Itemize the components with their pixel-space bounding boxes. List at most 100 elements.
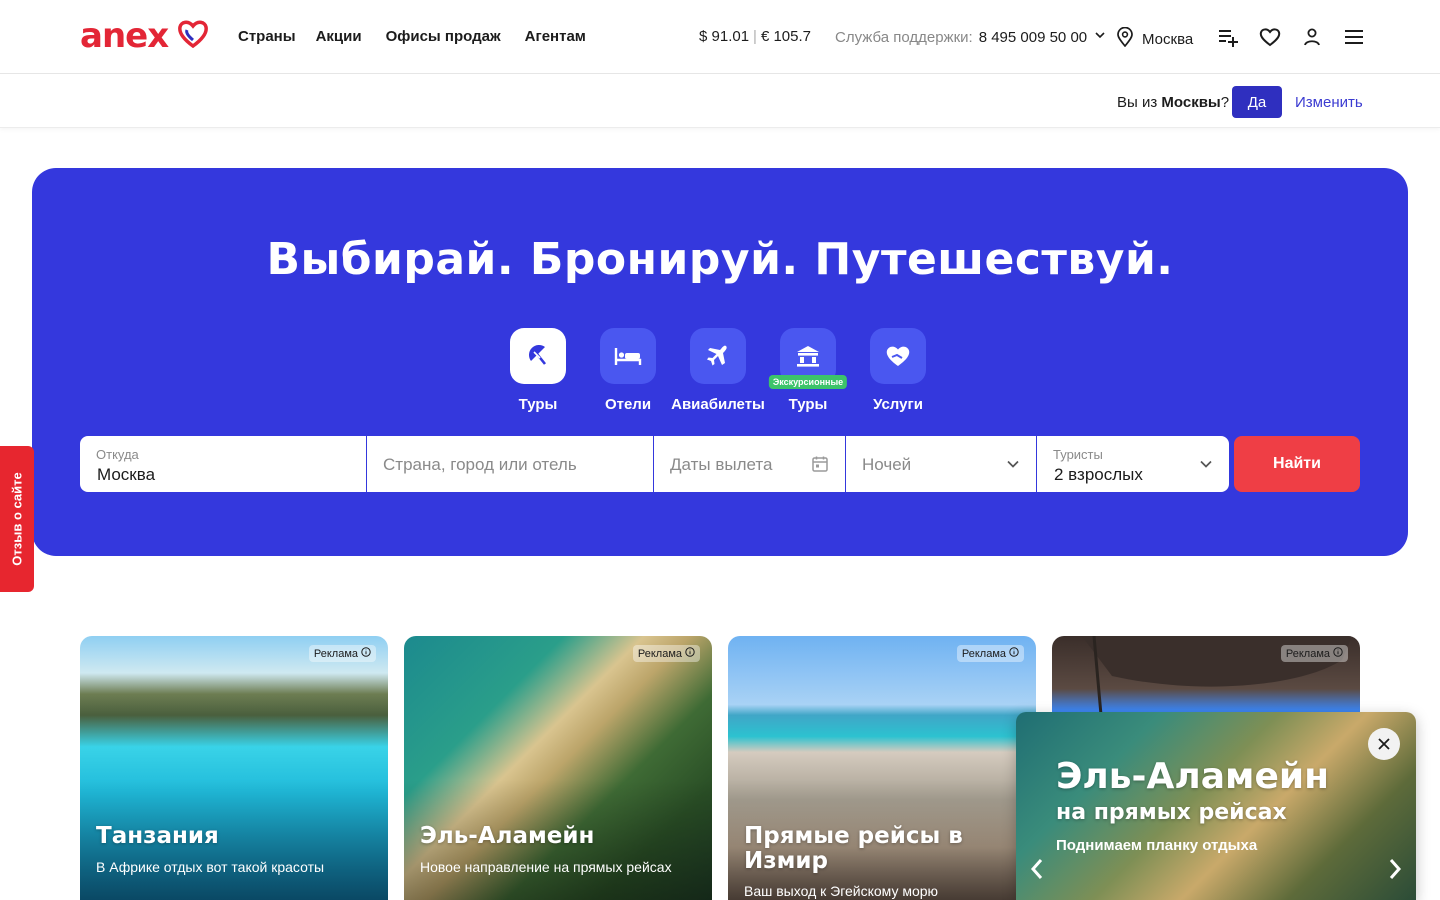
city-name: Москва (1142, 30, 1194, 48)
hero-search-panel: Выбирай. Бронируй. Путешествуй. Туры Оте… (32, 168, 1408, 556)
chevron-right-icon (1389, 859, 1402, 879)
user-icon[interactable] (1301, 26, 1323, 48)
rate-usd: $ 91.01 (699, 28, 750, 45)
close-icon (1378, 738, 1390, 750)
tab-flights-label: Авиабилеты (671, 396, 765, 413)
logo-text: anex (80, 16, 169, 56)
info-icon (1333, 647, 1343, 660)
ad-label: Реклама (313, 647, 358, 660)
tourists-value: 2 взрослых (1054, 465, 1143, 484)
ad-badge[interactable]: Реклама (1280, 645, 1348, 662)
popup-subtitle: на прямых рейсах (1056, 800, 1287, 825)
playlist-add-icon[interactable] (1217, 26, 1239, 48)
nav-agents[interactable]: Агентам (525, 28, 586, 45)
city-question-suffix: ? (1220, 94, 1230, 111)
tab-services[interactable]: Услуги (870, 328, 926, 413)
card-subtitle: Новое направление на прямых рейсах (420, 859, 672, 875)
nights-dropdown[interactable]: Ночей (846, 436, 1037, 492)
nav-sales-offices[interactable]: Офисы продаж (386, 28, 501, 45)
support-phone-dropdown[interactable]: Служба поддержки: 8 495 009 50 00 (835, 28, 1107, 46)
main-nav: Страны Акции Офисы продаж Агентам (238, 28, 586, 45)
dates-field[interactable]: Даты вылета (654, 436, 846, 492)
change-city-link[interactable]: Изменить (1295, 94, 1363, 111)
calendar-icon (811, 455, 829, 478)
city-question-city: Москвы (1161, 94, 1221, 111)
nights-placeholder: Ночей (862, 455, 912, 474)
site-feedback-tab[interactable]: Отзыв о сайте (0, 446, 34, 592)
chevron-down-icon (1197, 455, 1215, 478)
search-type-tabs: Туры Отели Авиабилеты Экскурсионные Туры (510, 328, 926, 413)
promo-card-tanzania[interactable]: Реклама Танзания В Африке отдых вот тако… (80, 636, 388, 900)
menu-icon[interactable] (1343, 26, 1365, 48)
chevron-down-icon (1004, 455, 1022, 478)
popup-prev-button[interactable] (1030, 858, 1044, 885)
chevron-left-icon (1030, 859, 1043, 879)
from-label: Откуда (96, 447, 139, 462)
tab-tours[interactable]: Туры (510, 328, 566, 413)
currency-rates: $ 91.01 | € 105.7 (699, 28, 811, 45)
promo-card-izmir[interactable]: Реклама Прямые рейсы в Измир Ваш выход к… (728, 636, 1036, 900)
info-icon (685, 647, 695, 660)
destination-input[interactable]: Страна, город или отель (367, 436, 654, 492)
ad-label: Реклама (1285, 647, 1330, 660)
nav-promotions[interactable]: Акции (316, 28, 362, 45)
tab-flights[interactable]: Авиабилеты (671, 328, 765, 413)
tab-hotels-label: Отели (604, 396, 652, 413)
popup-next-button[interactable] (1388, 858, 1402, 885)
from-value: Москва (97, 465, 156, 484)
bed-icon (600, 328, 656, 384)
tourists-label: Туристы (1053, 447, 1103, 462)
tab-hotels[interactable]: Отели (600, 328, 656, 413)
destination-placeholder: Страна, город или отель (383, 455, 577, 474)
ad-badge[interactable]: Реклама (308, 645, 376, 662)
nav-countries[interactable]: Страны (238, 28, 296, 45)
rate-eur: € 105.7 (760, 28, 811, 45)
popup-tagline: Поднимаем планку отдыха (1056, 837, 1258, 854)
promo-card-el-alamein[interactable]: Реклама Эль-Аламейн Новое направление на… (404, 636, 712, 900)
city-selector[interactable]: Москва (1116, 26, 1194, 51)
card-title: Эль-Аламейн (420, 823, 595, 849)
confirm-city-button[interactable]: Да (1232, 86, 1282, 118)
card-title: Прямые рейсы в Измир (744, 823, 963, 874)
ad-label: Реклама (637, 647, 682, 660)
city-question: Вы из Москвы? (1117, 94, 1229, 111)
city-confirm-bar: Вы из Москвы? Да Изменить (0, 74, 1440, 128)
tab-services-label: Услуги (873, 396, 923, 413)
tab-excursion-tours[interactable]: Экскурсионные Туры (768, 328, 848, 413)
heart-logo-icon (178, 20, 209, 53)
tab-tours-label: Туры (518, 396, 558, 413)
rate-separator: | (753, 28, 757, 45)
heart-hand-icon (870, 328, 926, 384)
hero-title: Выбирай. Бронируй. Путешествуй. (266, 234, 1174, 285)
promo-popup[interactable]: Эль-Аламейн на прямых рейсах Поднимаем п… (1016, 712, 1416, 900)
dates-placeholder: Даты вылета (670, 455, 773, 474)
find-button[interactable]: Найти (1234, 436, 1360, 492)
plane-icon (690, 328, 746, 384)
popup-title: Эль-Аламейн (1056, 756, 1329, 797)
ad-badge[interactable]: Реклама (956, 645, 1024, 662)
ad-badge[interactable]: Реклама (632, 645, 700, 662)
support-label: Служба поддержки: (835, 28, 973, 46)
header-icons (1217, 26, 1365, 48)
location-pin-icon (1116, 26, 1134, 51)
site-feedback-label: Отзыв о сайте (9, 472, 25, 566)
site-header: anex Страны Акции Офисы продаж Агентам $… (0, 0, 1440, 74)
close-popup-button[interactable] (1368, 728, 1400, 760)
ad-label: Реклама (961, 647, 1006, 660)
from-field[interactable]: Откуда Москва (80, 436, 367, 492)
excursion-badge: Экскурсионные (768, 375, 848, 389)
card-subtitle: В Африке отдых вот такой красоты (96, 859, 325, 875)
support-number: 8 495 009 50 00 (978, 28, 1088, 46)
info-icon (361, 647, 371, 660)
chevron-down-icon (1093, 28, 1107, 46)
tourists-dropdown[interactable]: Туристы 2 взрослых (1037, 436, 1229, 492)
city-question-prefix: Вы из (1117, 94, 1162, 111)
search-form: Откуда Москва Страна, город или отель Да… (80, 436, 1229, 492)
beach-umbrella-icon (510, 328, 566, 384)
card-subtitle: Ваш выход к Эгейскому морю (744, 883, 939, 899)
logo[interactable]: anex (80, 16, 209, 56)
heart-icon[interactable] (1259, 26, 1281, 48)
tab-excursion-tours-label: Туры (788, 396, 828, 413)
card-title: Танзания (96, 823, 219, 849)
info-icon (1009, 647, 1019, 660)
